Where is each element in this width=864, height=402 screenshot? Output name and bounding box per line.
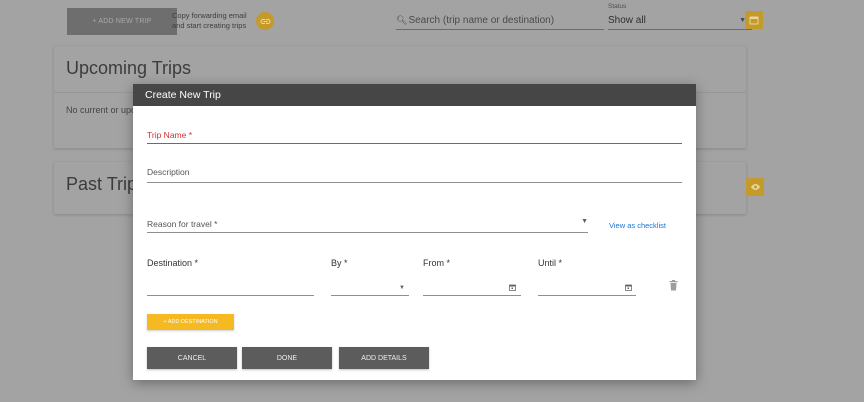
until-label: Until * [538,258,563,268]
trip-name-field[interactable]: Trip Name * [147,128,682,144]
description-underline [147,182,682,183]
search-icon: 🔍︎ [396,15,408,25]
trip-name-label: Trip Name * [147,130,193,140]
forwarding-hint-line2: and start creating trips [172,21,247,30]
view-as-checklist-link[interactable]: View as checklist [609,221,666,230]
add-new-trip-button[interactable]: + ADD NEW TRIP [67,8,177,35]
upcoming-trips-title: Upcoming Trips [66,58,192,78]
trash-icon[interactable] [669,278,679,291]
reason-for-travel-select[interactable]: Reason for travel * ▼ [147,215,588,233]
destination-input[interactable] [147,295,314,296]
create-trip-dialog: Create New Trip Trip Name * Description … [133,84,696,380]
forwarding-hint: Copy forwarding email and start creating… [172,11,262,31]
add-destination-button[interactable]: + ADD DESTINATION [147,314,234,330]
from-date-input[interactable] [423,295,521,296]
add-details-button[interactable]: ADD DETAILS [339,347,429,369]
chevron-down-icon: ▼ [399,285,405,291]
search-input[interactable]: 🔍︎ Search (trip name or destination) [396,12,604,30]
trip-name-underline [147,143,682,144]
calendar-icon[interactable] [625,284,632,293]
destination-label: Destination * [147,258,199,268]
cancel-button[interactable]: CANCEL [147,347,237,369]
eye-icon[interactable] [746,178,764,196]
description-label: Description [147,167,190,177]
status-value: Show all [608,15,646,26]
by-select[interactable] [331,295,409,296]
reason-label: Reason for travel * [147,219,218,229]
description-field[interactable]: Description [147,165,682,183]
reason-underline [147,232,588,233]
status-select[interactable]: Show all ▼ [608,12,752,30]
status-label: Status [608,3,627,10]
copy-link-icon[interactable] [256,12,274,30]
done-button[interactable]: DONE [242,347,332,369]
chevron-down-icon: ▼ [581,218,588,225]
top-toolbar: + ADD NEW TRIP Copy forwarding email and… [16,0,864,40]
calendar-icon[interactable] [509,284,516,293]
forwarding-hint-line1: Copy forwarding email [172,11,247,20]
dialog-title: Create New Trip [133,84,696,106]
calendar-icon[interactable] [745,11,763,29]
by-label: By * [331,258,348,268]
from-label: From * [423,258,450,268]
until-date-input[interactable] [538,295,636,296]
search-placeholder: Search (trip name or destination) [408,15,555,26]
